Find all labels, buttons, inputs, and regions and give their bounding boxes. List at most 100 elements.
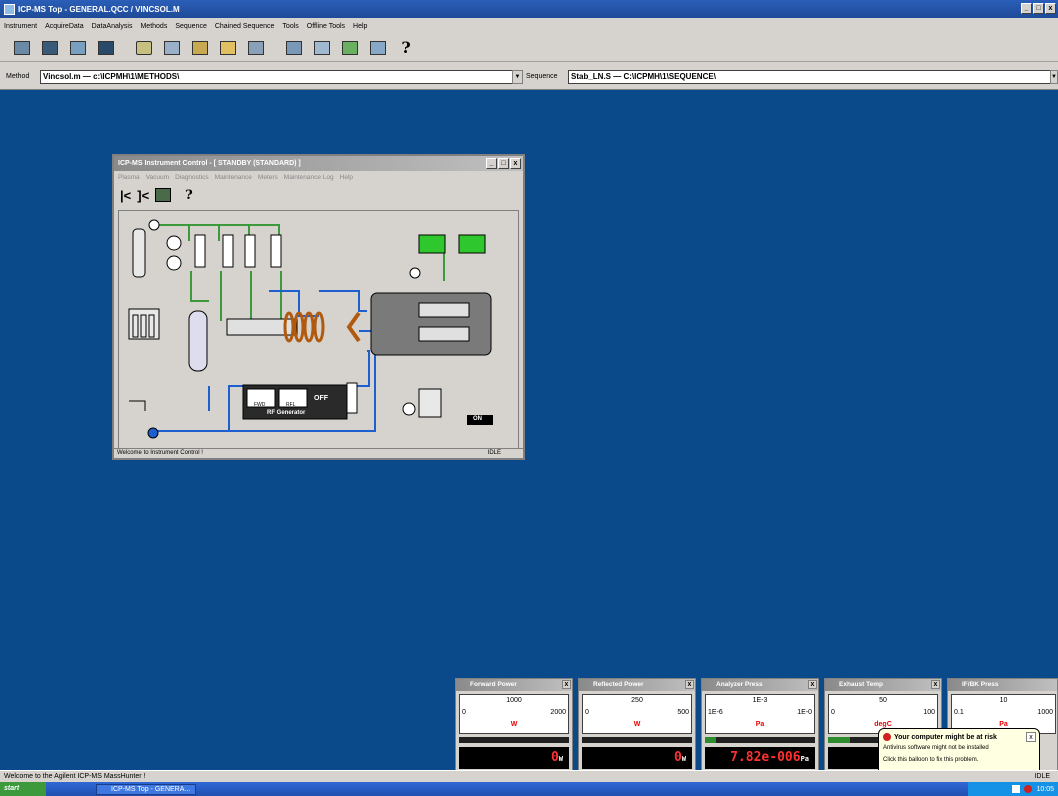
method-wizard-button[interactable] [160, 37, 184, 59]
meter-dial: 1E-3 1E-6 1E-0 Pa [705, 694, 815, 734]
method-label: Method [6, 73, 30, 80]
close-icon[interactable]: x [931, 680, 940, 689]
open-method-button[interactable] [216, 37, 240, 59]
meter-title: Exhaust Temp [839, 681, 883, 688]
ic-status-idle: IDLE [487, 450, 501, 456]
ic-menu-meters[interactable]: Meters [258, 174, 278, 181]
ic-help-button[interactable]: ? [185, 188, 193, 203]
meter-forward-power[interactable]: Forward Power x 1000 0 2000 W 0W [455, 678, 573, 776]
data-analysis-button[interactable] [66, 37, 90, 59]
scale-right: 100 [923, 709, 935, 716]
balloon-line2: Click this balloon to fix this problem. [883, 757, 979, 763]
ic-menu-diagnostics[interactable]: Diagnostics [175, 174, 209, 181]
instrument-diagram: FWD RFL OFF RF Generator ON [118, 210, 519, 450]
close-icon[interactable]: x [562, 680, 571, 689]
ic-menu-vacuum[interactable]: Vacuum [146, 174, 169, 181]
close-icon[interactable]: x [808, 680, 817, 689]
vacuum-gauge-2[interactable] [458, 234, 486, 254]
menu-offline-tools[interactable]: Offline Tools [307, 23, 345, 30]
taskbar-item-icpms[interactable]: ICP-MS Top - GENERA... [96, 783, 196, 795]
instrument-control-title-bar: ICP-MS Instrument Control - [ STANDBY (S… [114, 156, 523, 171]
sequence-dropdown-icon[interactable]: ▼ [1050, 70, 1058, 84]
app-icon [4, 3, 15, 15]
sequence-select[interactable]: Stab_LN.S — C:\ICPMH\1\SEQUENCE\ [568, 70, 1053, 84]
close-icon[interactable]: x [1026, 732, 1036, 742]
instrument-control-menu: Plasma Vacuum Diagnostics Maintenance Me… [114, 171, 523, 183]
sequence-button[interactable] [282, 37, 306, 59]
gas-cylinder [132, 228, 146, 278]
rf-off-label[interactable]: OFF [314, 395, 328, 402]
plasma-off-icon[interactable]: ]< [137, 188, 149, 203]
instrument-schematic [128, 219, 493, 439]
ic-menu-plasma[interactable]: Plasma [118, 174, 140, 181]
meter-title: IF/BK Press [962, 681, 999, 688]
tray-shield-icon[interactable] [1024, 785, 1033, 793]
meter-unit: Pa [755, 721, 765, 728]
meter-unit: degC [874, 721, 892, 728]
vacuum-icon[interactable] [155, 188, 172, 202]
ic-minimize-button[interactable]: _ [486, 158, 497, 169]
balloon-line1: Antivirus software might not be installe… [883, 745, 989, 751]
scale-left: 0 [831, 709, 835, 716]
app-title-bar: ICP-MS Top - GENERAL.QCC / VINCSOL.M _ □… [0, 0, 1058, 18]
tune-button[interactable] [132, 37, 156, 59]
report-button[interactable] [94, 37, 118, 59]
menu-sequence[interactable]: Sequence [175, 23, 207, 30]
menu-tools[interactable]: Tools [282, 23, 298, 30]
status-text: Welcome to the Agilent ICP-MS MassHunter… [4, 773, 146, 780]
meter-title: Analyzer Press [716, 681, 763, 688]
menu-methods[interactable]: Methods [140, 23, 167, 30]
sequence-edit-button[interactable] [310, 37, 334, 59]
close-button[interactable]: x [1045, 3, 1056, 14]
menu-chained-sequence[interactable]: Chained Sequence [215, 23, 275, 30]
method-dropdown-icon[interactable]: ▼ [512, 70, 523, 84]
new-method-button[interactable] [188, 37, 212, 59]
ic-menu-maintenance-log[interactable]: Maintenance Log [284, 174, 334, 181]
balloon-title: Your computer might be at risk [894, 733, 997, 741]
scale-center: 50 [879, 697, 887, 704]
ic-menu-maintenance[interactable]: Maintenance [215, 174, 252, 181]
chained-sequence-button[interactable] [338, 37, 362, 59]
maximize-button[interactable]: □ [1033, 3, 1044, 14]
vacuum-gauge-1[interactable] [418, 234, 446, 254]
scale-right: 1000 [1037, 709, 1053, 716]
ic-menu-help[interactable]: Help [340, 174, 353, 181]
shield-icon [883, 733, 891, 741]
meter-digital-readout: 0W [582, 747, 692, 769]
help-button[interactable]: ? [394, 37, 418, 59]
meter-bar [582, 737, 692, 743]
menu-help[interactable]: Help [353, 23, 367, 30]
meter-dial: 250 0 500 W [582, 694, 692, 734]
sequence-label: Sequence [526, 73, 558, 80]
start-button[interactable]: start [0, 782, 46, 796]
menu-instrument[interactable]: Instrument [4, 23, 37, 30]
tray-network-icon[interactable] [1012, 785, 1021, 793]
meter-title: Reflected Power [593, 681, 644, 688]
ic-close-button[interactable]: x [510, 158, 521, 169]
close-icon[interactable]: x [685, 680, 694, 689]
main-toolbar: ? [0, 34, 1058, 62]
acquire-data-button[interactable] [38, 37, 62, 59]
system-tray: 10:05 [968, 782, 1058, 796]
scale-left: 0.1 [954, 709, 964, 716]
scale-left: 0 [585, 709, 589, 716]
app-title: ICP-MS Top - GENERAL.QCC / VINCSOL.M [18, 4, 180, 14]
batch-button[interactable] [366, 37, 390, 59]
clock: 10:05 [1036, 785, 1054, 793]
plasma-on-icon[interactable]: |< [120, 188, 131, 203]
menu-dataanalysis[interactable]: DataAnalysis [92, 23, 133, 30]
rf-generator-label: RF Generator [267, 410, 306, 416]
save-method-button[interactable] [244, 37, 268, 59]
minimize-button[interactable]: _ [1021, 3, 1032, 14]
status-bar: Welcome to the Agilent ICP-MS MassHunter… [0, 770, 1058, 782]
method-select[interactable]: Vincsol.m — c:\ICPMH\1\METHODS\ [40, 70, 513, 84]
meter-reflected-power[interactable]: Reflected Power x 250 0 500 W 0W [578, 678, 696, 776]
meter-dial: 1000 0 2000 W [459, 694, 569, 734]
menu-acquiredata[interactable]: AcquireData [45, 23, 84, 30]
ic-maximize-button[interactable]: □ [498, 158, 509, 169]
instrument-control-button[interactable] [10, 37, 34, 59]
method-sequence-bar: Method Vincsol.m — c:\ICPMH\1\METHODS\ ▼… [0, 62, 1058, 90]
instrument-control-title: ICP-MS Instrument Control - [ STANDBY (S… [118, 160, 301, 167]
meter-analyzer-press[interactable]: Analyzer Press x 1E-3 1E-6 1E-0 Pa 7.82e-… [701, 678, 819, 776]
scale-center: 1E-3 [752, 697, 768, 704]
